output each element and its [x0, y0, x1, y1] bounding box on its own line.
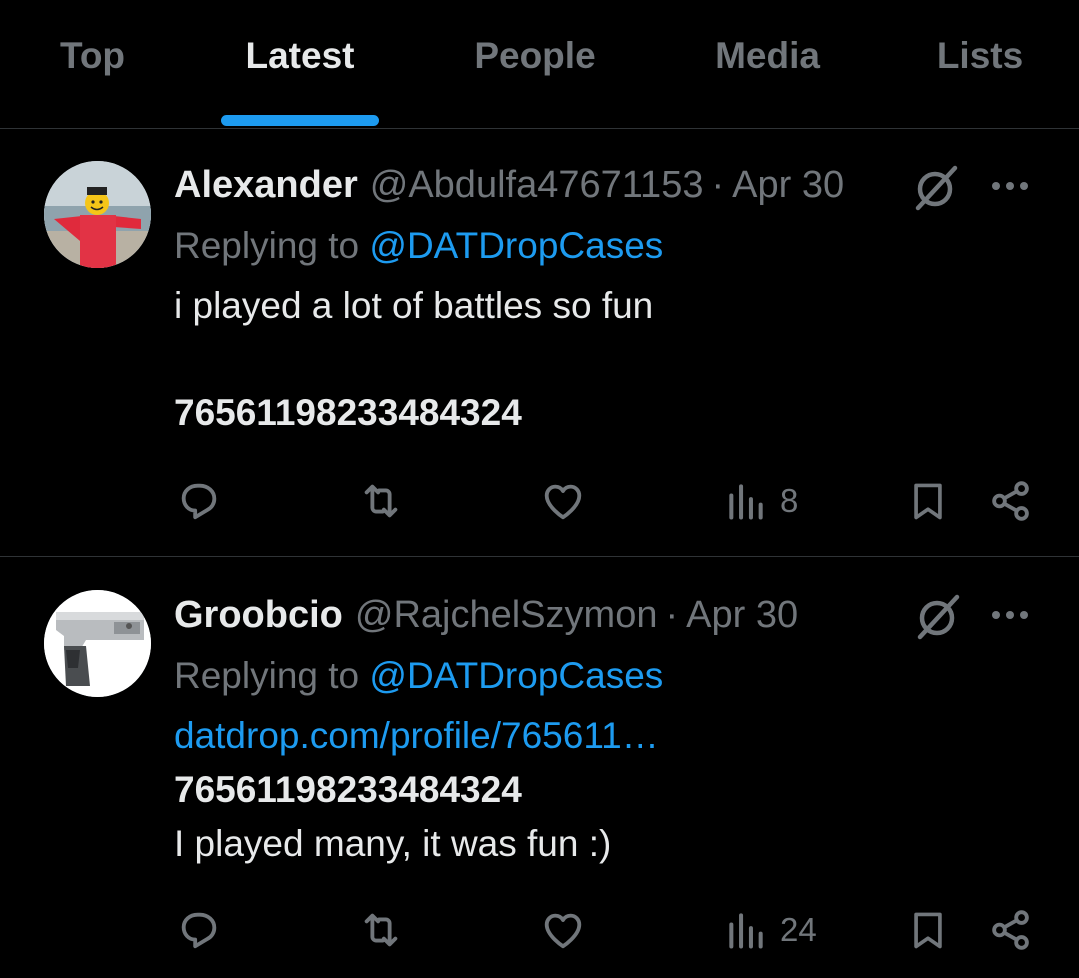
tweet[interactable]: Groobcio @RajchelSzymon · Apr 30 Replyin…	[0, 557, 1079, 978]
tab-lists[interactable]: Lists	[910, 0, 1050, 128]
avatar[interactable]	[44, 161, 151, 268]
tab-lists-label: Lists	[936, 35, 1024, 76]
replying-prefix: Replying to	[174, 655, 370, 696]
replying-to-link[interactable]: @DATDropCases	[369, 655, 663, 696]
avatar[interactable]	[44, 590, 151, 697]
retweet-icon	[364, 484, 398, 518]
heart-icon	[544, 484, 582, 520]
bookmark-icon	[914, 912, 942, 949]
tab-people[interactable]: People	[445, 0, 625, 128]
share-icon	[992, 910, 1029, 950]
tweet[interactable]: Alexander @Abdulfa47671153 · Apr 30 Repl…	[0, 130, 1079, 556]
share-button[interactable]	[988, 478, 1034, 524]
views-count: 24	[780, 911, 817, 948]
like-button[interactable]	[540, 478, 586, 524]
tab-top-label: Top	[59, 35, 126, 76]
views-icon	[729, 913, 763, 949]
display-name[interactable]: Alexander	[174, 164, 358, 207]
views-button[interactable]: 8	[724, 478, 798, 524]
tweet-steam-id: 76561198233484324	[174, 392, 522, 433]
tweet-link[interactable]: datdrop.com/profile/765611…	[174, 715, 659, 757]
tab-media-label: Media	[715, 35, 820, 76]
tweet-header: Alexander @Abdulfa47671153 · Apr 30	[174, 160, 844, 210]
tweet-header: Groobcio @RajchelSzymon · Apr 30	[174, 590, 798, 640]
reply-button[interactable]	[176, 907, 222, 953]
views-button[interactable]: 24	[724, 907, 817, 953]
retweet-icon	[364, 913, 398, 947]
more-icon[interactable]	[988, 593, 1032, 637]
grok-icon[interactable]	[910, 162, 962, 214]
bookmark-button[interactable]	[906, 478, 950, 524]
bookmark-button[interactable]	[906, 907, 950, 953]
heart-icon	[544, 913, 582, 949]
tweet-steam-id: 76561198233484324	[174, 769, 522, 810]
reply-icon	[181, 483, 217, 520]
tweet-date[interactable]: Apr 30	[732, 164, 844, 207]
separator-dot: ·	[711, 163, 725, 206]
tweet-text: I played many, it was fun :)	[174, 823, 612, 864]
active-tab-indicator	[221, 115, 379, 126]
search-tabs: Top Latest People Media Lists	[0, 0, 1079, 129]
replying-to-link[interactable]: @DATDropCases	[369, 225, 663, 266]
replying-prefix: Replying to	[174, 225, 370, 266]
tab-media[interactable]: Media	[680, 0, 855, 128]
user-handle[interactable]: @RajchelSzymon	[355, 594, 658, 637]
retweet-button[interactable]	[357, 478, 405, 524]
replying-to: Replying to @DATDropCases	[174, 655, 663, 697]
reply-icon	[181, 912, 217, 949]
grok-icon[interactable]	[912, 591, 964, 643]
more-icon[interactable]	[988, 164, 1032, 208]
share-icon	[992, 481, 1029, 521]
tab-top[interactable]: Top	[20, 0, 165, 128]
tab-latest[interactable]: Latest	[200, 0, 400, 128]
views-count: 8	[780, 482, 799, 519]
views-icon	[729, 484, 763, 520]
tweet-text: i played a lot of battles so fun	[174, 285, 654, 326]
like-button[interactable]	[540, 907, 586, 953]
retweet-button[interactable]	[357, 907, 405, 953]
tweet-date[interactable]: Apr 30	[686, 594, 798, 637]
replying-to: Replying to @DATDropCases	[174, 225, 663, 267]
display-name[interactable]: Groobcio	[174, 594, 343, 637]
tab-people-label: People	[474, 35, 596, 76]
share-button[interactable]	[988, 907, 1034, 953]
user-handle[interactable]: @Abdulfa47671153	[370, 164, 704, 207]
bookmark-icon	[914, 483, 942, 520]
reply-button[interactable]	[176, 478, 222, 524]
separator-dot: ·	[665, 593, 679, 636]
tab-latest-label: Latest	[245, 35, 355, 76]
